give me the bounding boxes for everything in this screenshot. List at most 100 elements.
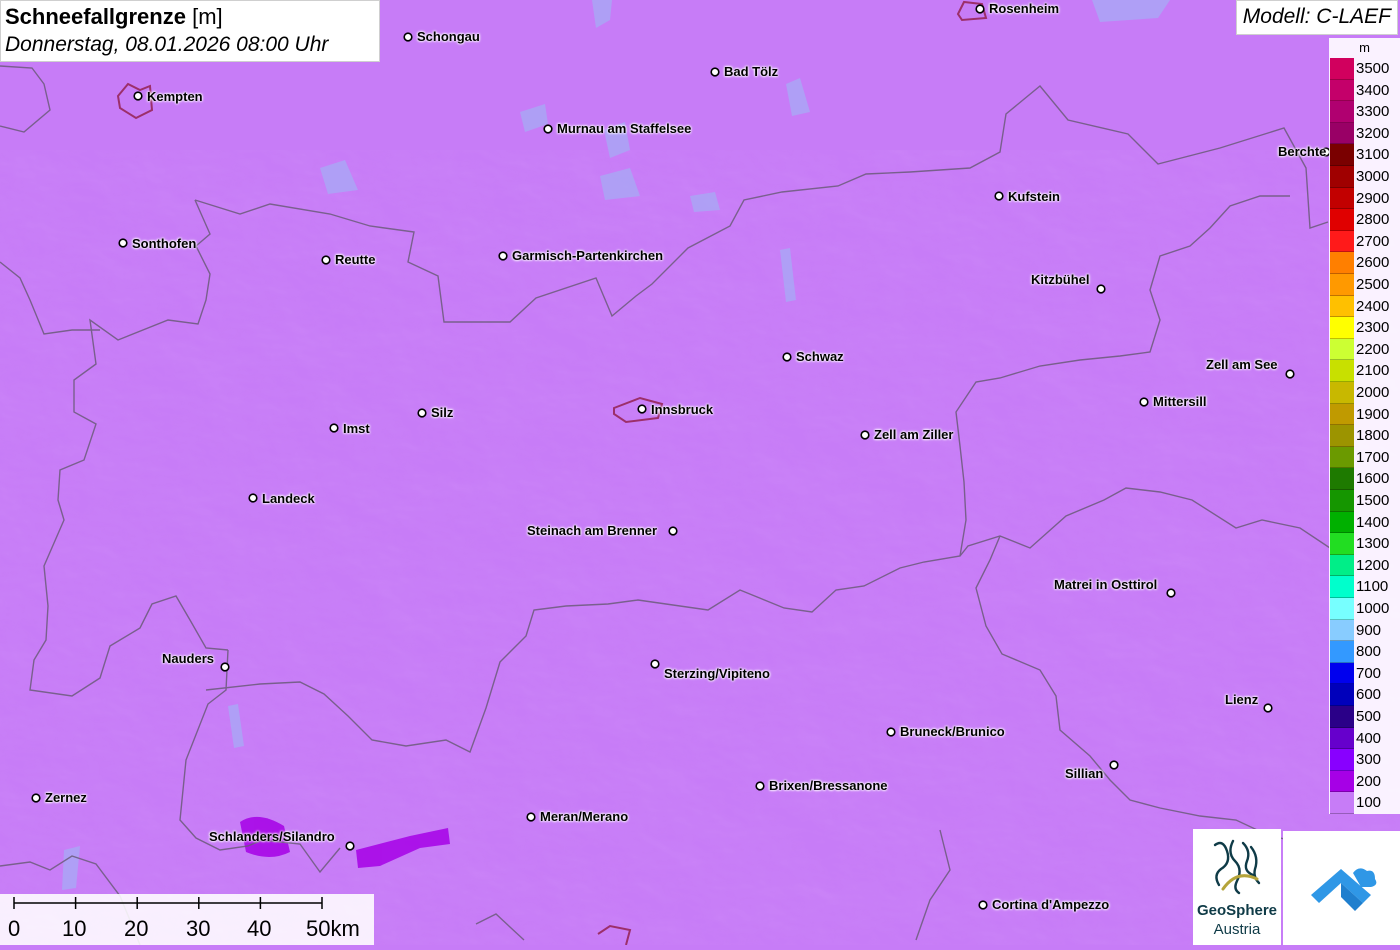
legend-entry: 3100: [1329, 144, 1400, 166]
scale-box: 0 10 20 30 40 50km: [0, 894, 374, 945]
legend-swatch: [1330, 641, 1354, 663]
legend-label: 3200: [1356, 124, 1390, 142]
app-logo[interactable]: [1283, 831, 1400, 945]
city-marker: [1285, 369, 1295, 379]
city-marker: [31, 793, 41, 803]
city-marker: [1096, 284, 1106, 294]
legend-entry: 1100: [1329, 576, 1400, 598]
legend-label: 2800: [1356, 211, 1390, 229]
legend-entry: 2100: [1329, 360, 1400, 382]
legend-entry: 2300: [1329, 317, 1400, 339]
legend-swatch: [1330, 533, 1354, 555]
city-marker: [498, 251, 508, 261]
scale-label-0: 0: [8, 916, 21, 941]
legend-swatch: [1330, 295, 1354, 318]
city-marker: [417, 408, 427, 418]
legend-label: 1600: [1356, 470, 1390, 488]
city-marker: [710, 67, 720, 77]
legend-label: 2300: [1356, 319, 1390, 337]
legend-entry: 800: [1329, 641, 1400, 663]
legend-entry: 2800: [1329, 209, 1400, 231]
legend-entry: 1500: [1329, 490, 1400, 512]
legend-label: 1700: [1356, 448, 1390, 466]
legend-label: 2200: [1356, 340, 1390, 358]
legend-entry: 3500: [1329, 58, 1400, 80]
legend-swatch: [1330, 727, 1354, 750]
city-marker: [755, 781, 765, 791]
city-label: Zernez: [45, 790, 87, 805]
scale-label-50km: 50km: [306, 916, 360, 941]
snowfall-line-map[interactable]: [0, 0, 1400, 945]
legend-swatch: [1330, 511, 1354, 534]
legend-swatch: [1330, 360, 1354, 382]
legend-swatch: [1330, 554, 1354, 577]
legend-entry: 3200: [1329, 122, 1400, 145]
legend-swatch: [1330, 122, 1354, 145]
city-label: Lienz: [1225, 692, 1259, 707]
city-label: Bad Tölz: [724, 64, 779, 79]
legend-label: 2900: [1356, 189, 1390, 207]
geosphere-logo[interactable]: GeoSphere Austria: [1193, 829, 1281, 945]
legend-entry: 2500: [1329, 274, 1400, 296]
legend-entry: 500: [1329, 706, 1400, 728]
city-label: Schlanders/Silandro: [209, 829, 335, 844]
city-marker: [637, 404, 647, 414]
terrain-relief: [0, 150, 1400, 945]
city-label: Kufstein: [1008, 189, 1060, 204]
legend-swatch: [1330, 749, 1354, 771]
legend-swatch: [1330, 382, 1354, 404]
legend-label: 600: [1356, 686, 1382, 704]
legend-label: 400: [1356, 729, 1382, 747]
map-title-box: Schneefallgrenze [m] Donnerstag, 08.01.2…: [0, 0, 380, 62]
city-label: Brixen/Bressanone: [769, 778, 888, 793]
legend-swatch: [1330, 468, 1354, 490]
city-label: Zell am See: [1206, 357, 1278, 372]
city-label: Cortina d'Ampezzo: [992, 897, 1110, 912]
city-label: Steinach am Brenner: [527, 523, 658, 538]
legend-label: 1500: [1356, 492, 1390, 509]
legend-label: 500: [1356, 708, 1382, 725]
city-marker: [668, 526, 678, 536]
city-marker: [133, 91, 143, 101]
geosphere-name: GeoSphere: [1196, 902, 1278, 919]
city-marker: [978, 900, 988, 910]
city-label: Zell am Ziller: [874, 427, 954, 442]
city-marker: [248, 493, 258, 503]
legend-swatch: [1330, 619, 1354, 642]
scale-label-30: 30: [186, 916, 211, 941]
city-label: Sterzing/Vipiteno: [664, 666, 770, 681]
legend-label: 700: [1356, 664, 1382, 682]
model-label: Modell: C-LAEF: [1235, 0, 1398, 35]
legend-swatch: [1330, 662, 1354, 685]
city-marker: [345, 841, 355, 851]
legend-swatch: [1330, 58, 1354, 80]
scale-label-40: 40: [247, 916, 272, 941]
map-datetime: Donnerstag, 08.01.2026 08:00 Uhr: [5, 33, 329, 56]
city-label: Silz: [431, 405, 454, 420]
city-label: Innsbruck: [651, 402, 714, 417]
city-marker: [1109, 760, 1119, 770]
legend-entry: 2200: [1329, 338, 1400, 361]
city-label: Schongau: [417, 29, 480, 44]
legend-entry: 1900: [1329, 403, 1400, 426]
city-label: Bruneck/Brunico: [900, 724, 1005, 739]
legend-swatch: [1330, 79, 1354, 102]
legend-swatch: [1330, 403, 1354, 426]
legend-entry: 2000: [1329, 382, 1400, 404]
legend-swatch: [1330, 446, 1354, 469]
legend-label: 200: [1356, 772, 1382, 790]
legend-label: 900: [1356, 621, 1382, 639]
legend-entry: 2700: [1329, 230, 1400, 253]
legend-entry: 2600: [1329, 252, 1400, 274]
legend-label: 3400: [1356, 81, 1390, 99]
legend-entry: 2900: [1329, 187, 1400, 210]
city-label: Rosenheim: [989, 1, 1060, 16]
city-marker: [994, 191, 1004, 201]
legend-label: 1100: [1356, 578, 1389, 596]
cloud-arrow-icon: [1311, 868, 1377, 911]
city-marker: [329, 423, 339, 433]
legend-swatch: [1330, 101, 1354, 123]
city-label: Matrei in Osttirol: [1054, 577, 1158, 592]
city-marker: [975, 4, 985, 14]
legend-swatch: [1330, 490, 1354, 512]
